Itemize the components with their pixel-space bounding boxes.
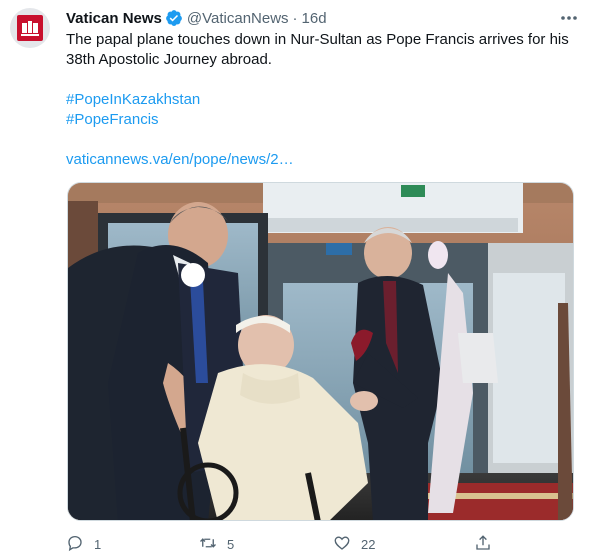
tweet-photo[interactable]: [67, 182, 574, 521]
like-icon: [333, 534, 351, 555]
retweet-button[interactable]: 5: [199, 534, 234, 555]
share-icon: [474, 534, 492, 555]
photo-illustration: [68, 183, 573, 520]
separator-dot: ·: [292, 9, 298, 27]
tweet-body: The papal plane touches down in Nur-Sult…: [66, 31, 569, 68]
retweet-count: 5: [227, 537, 235, 552]
reply-icon: [66, 534, 84, 555]
tweet-text: The papal plane touches down in Nur-Sult…: [66, 30, 586, 170]
share-button[interactable]: [474, 534, 492, 555]
timestamp[interactable]: 16d: [302, 10, 327, 27]
tweet-header: Vatican News @VaticanNews · 16d: [66, 8, 327, 28]
avatar[interactable]: [10, 8, 50, 48]
more-icon[interactable]: [558, 10, 580, 26]
reply-count: 1: [94, 537, 102, 552]
author-name[interactable]: Vatican News: [66, 10, 162, 27]
like-button[interactable]: 22: [333, 534, 375, 555]
hashtag-popefrancis[interactable]: #PopeFrancis: [66, 110, 586, 130]
retweet-icon: [199, 534, 217, 555]
reply-button[interactable]: 1: [66, 534, 101, 555]
vatican-news-logo-icon: [17, 15, 43, 41]
article-link[interactable]: vaticannews.va/en/pope/news/2…: [66, 150, 586, 170]
author-handle[interactable]: @VaticanNews: [187, 10, 289, 27]
tweet-actions: 1 5 22: [66, 534, 506, 554]
tweet-card[interactable]: Vatican News @VaticanNews · 16d The papa…: [0, 0, 600, 556]
verified-badge-icon: [165, 9, 183, 27]
hashtag-popeinkazakhstan[interactable]: #PopeInKazakhstan: [66, 90, 586, 110]
like-count: 22: [361, 537, 376, 552]
